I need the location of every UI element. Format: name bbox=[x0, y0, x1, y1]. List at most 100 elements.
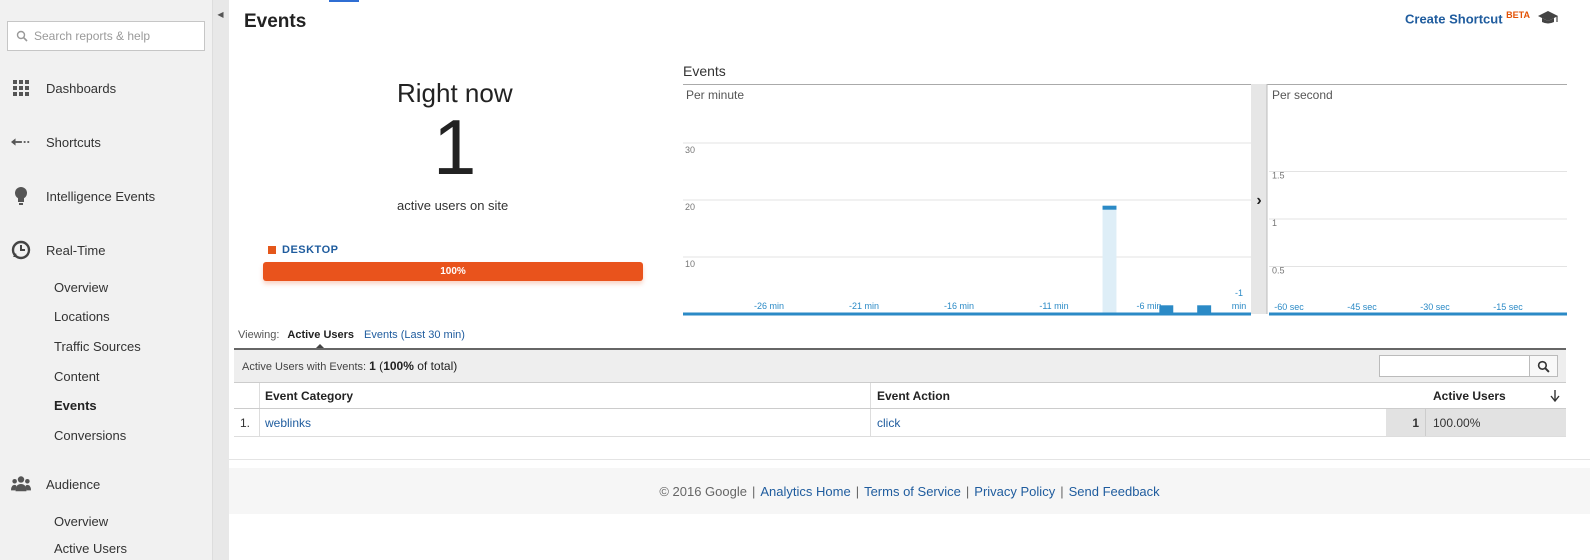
sidebar-item-intelligence-events[interactable]: Intelligence Events bbox=[0, 186, 212, 206]
chart-title: Events bbox=[683, 63, 726, 79]
col-active-users-label: Active Users bbox=[1433, 388, 1506, 403]
search-icon bbox=[1537, 360, 1550, 373]
footer-link-terms[interactable]: Terms of Service bbox=[864, 484, 961, 499]
viewing-label: Viewing: bbox=[238, 329, 280, 341]
col-event-category[interactable]: Event Category bbox=[260, 383, 871, 408]
main-content: Events Create Shortcut BETA Right now 1 … bbox=[229, 0, 1590, 560]
sidebar-item-real-time[interactable]: Real-Time bbox=[0, 240, 212, 260]
sidebar-item-shortcuts[interactable]: Shortcuts bbox=[0, 132, 212, 152]
x-tick-per-second: -30 sec bbox=[1420, 302, 1450, 312]
x-tick-per-second: -60 sec bbox=[1274, 302, 1304, 312]
sidebar-subitem-active-users[interactable]: Active Users bbox=[54, 541, 127, 556]
active-users-count: 1 bbox=[433, 103, 477, 191]
bar-highlight bbox=[1102, 205, 1117, 314]
row-event-action: click bbox=[871, 409, 1386, 436]
y-tick-per-second: 1 bbox=[1272, 218, 1277, 228]
footer-copyright: © 2016 Google bbox=[659, 483, 747, 499]
x-tick-per-minute: min bbox=[1232, 301, 1247, 311]
beta-badge: BETA bbox=[1506, 10, 1530, 20]
sidebar-item-label: Intelligence Events bbox=[46, 188, 156, 204]
grid-icon bbox=[11, 78, 31, 98]
device-label: DESKTOP bbox=[282, 244, 339, 256]
event-action-link[interactable]: click bbox=[877, 416, 900, 430]
device-share-pct: 100% bbox=[440, 266, 466, 277]
x-tick-per-second: -15 sec bbox=[1493, 302, 1523, 312]
search-input[interactable] bbox=[34, 29, 194, 43]
summary-count: 1 bbox=[369, 359, 376, 373]
y-tick-per-minute: 30 bbox=[685, 145, 695, 155]
event-category-link[interactable]: weblinks bbox=[265, 416, 311, 430]
top-accent-line bbox=[329, 0, 359, 2]
sidebar-item-audience[interactable]: Audience bbox=[0, 474, 212, 494]
x-tick-per-minute: -1 bbox=[1235, 288, 1243, 298]
graduation-cap-icon[interactable] bbox=[1537, 10, 1559, 26]
chevron-left-icon: ◀ bbox=[217, 9, 224, 19]
tab-events-last-30[interactable]: Events (Last 30 min) bbox=[364, 329, 465, 341]
row-event-category: weblinks bbox=[260, 409, 871, 436]
col-index bbox=[234, 383, 260, 408]
summary-suffix: of total) bbox=[417, 359, 458, 373]
table-search-input[interactable] bbox=[1379, 355, 1530, 377]
sort-down-icon bbox=[1550, 389, 1560, 402]
arrow-left-icon bbox=[11, 132, 31, 152]
events-chart: Per minute Per second 30 20 10 1.5 1 0.5 › -26 mi… bbox=[683, 84, 1567, 316]
table-search-button[interactable] bbox=[1530, 355, 1558, 377]
clock-icon bbox=[11, 240, 31, 260]
col-active-users[interactable]: Active Users bbox=[1426, 383, 1566, 408]
panel-title-per-minute: Per minute bbox=[686, 88, 744, 102]
y-tick-per-second: 0.5 bbox=[1272, 266, 1285, 276]
sidebar-item-dashboards[interactable]: Dashboards bbox=[0, 78, 212, 98]
footer-divider bbox=[229, 459, 1590, 460]
sidebar-item-label: Shortcuts bbox=[46, 134, 101, 150]
y-tick-per-minute: 10 bbox=[685, 259, 695, 269]
col-spacer bbox=[1386, 383, 1426, 408]
device-share-bar: 100% bbox=[263, 262, 643, 281]
sidebar-subitem-events[interactable]: Events bbox=[54, 398, 97, 413]
sidebar-subitem-locations[interactable]: Locations bbox=[54, 309, 110, 324]
row-index: 1. bbox=[234, 409, 260, 436]
sidebar-subitem-conversions[interactable]: Conversions bbox=[54, 428, 126, 443]
row-active-users-value: 1 bbox=[1412, 415, 1419, 430]
y-tick-per-second: 1.5 bbox=[1272, 171, 1285, 181]
sidebar: Dashboards Shortcuts Intelligence Events… bbox=[0, 0, 212, 560]
sidebar-subitem-audience-overview[interactable]: Overview bbox=[54, 514, 108, 529]
sidebar-item-label: Real-Time bbox=[46, 242, 106, 258]
bar bbox=[1102, 205, 1117, 210]
x-tick-per-minute: -21 min bbox=[849, 301, 879, 311]
page-title: Events bbox=[244, 11, 307, 32]
footer-link-analytics-home[interactable]: Analytics Home bbox=[760, 484, 850, 499]
sidebar-subitem-overview[interactable]: Overview bbox=[54, 280, 108, 295]
x-tick-per-second: -45 sec bbox=[1347, 302, 1377, 312]
search-box[interactable] bbox=[7, 21, 205, 51]
viewing-tabs: Viewing: Active Users Events (Last 30 mi… bbox=[238, 329, 465, 349]
panel-title-per-second: Per second bbox=[1272, 88, 1333, 102]
search-icon bbox=[16, 30, 28, 42]
col-event-action[interactable]: Event Action bbox=[871, 383, 1386, 408]
tab-active-users[interactable]: Active Users bbox=[287, 329, 354, 349]
table-search bbox=[1379, 355, 1558, 377]
sidebar-item-label: Dashboards bbox=[46, 80, 117, 96]
sidebar-subitem-content[interactable]: Content bbox=[54, 369, 100, 384]
footer: © 2016 Google | Analytics Home | Terms of … bbox=[229, 468, 1590, 514]
people-icon bbox=[11, 474, 31, 494]
create-shortcut-label: Create Shortcut bbox=[1405, 11, 1503, 27]
x-tick-per-minute: -16 min bbox=[944, 301, 974, 311]
row-active-users-pct: 100.00% bbox=[1426, 409, 1566, 436]
device-swatch bbox=[268, 246, 276, 254]
sidebar-item-label: Audience bbox=[46, 476, 101, 492]
lightbulb-icon bbox=[11, 186, 31, 206]
active-users-label: active users on site bbox=[397, 198, 509, 213]
collapse-sidebar-button[interactable]: ◀ bbox=[212, 0, 229, 28]
footer-link-privacy[interactable]: Privacy Policy bbox=[974, 484, 1055, 499]
chevron-right-icon[interactable]: › bbox=[1256, 192, 1261, 209]
x-tick-per-minute: -6 min bbox=[1136, 301, 1161, 311]
create-shortcut-button[interactable]: Create Shortcut BETA bbox=[1405, 10, 1530, 26]
table-summary-bar: Active Users with Events: 1 (100% of tot… bbox=[234, 348, 1566, 383]
table-summary: Active Users with Events: 1 (100% of tot… bbox=[242, 359, 458, 373]
summary-prefix: Active Users with Events: bbox=[242, 361, 367, 373]
footer-link-feedback[interactable]: Send Feedback bbox=[1069, 484, 1160, 499]
table-row: 1. weblinks click 1 100.00% bbox=[234, 409, 1566, 437]
x-tick-per-minute: -26 min bbox=[754, 301, 784, 311]
sidebar-subitem-traffic-sources[interactable]: Traffic Sources bbox=[54, 339, 141, 354]
sidebar-collapse-strip bbox=[212, 0, 229, 560]
